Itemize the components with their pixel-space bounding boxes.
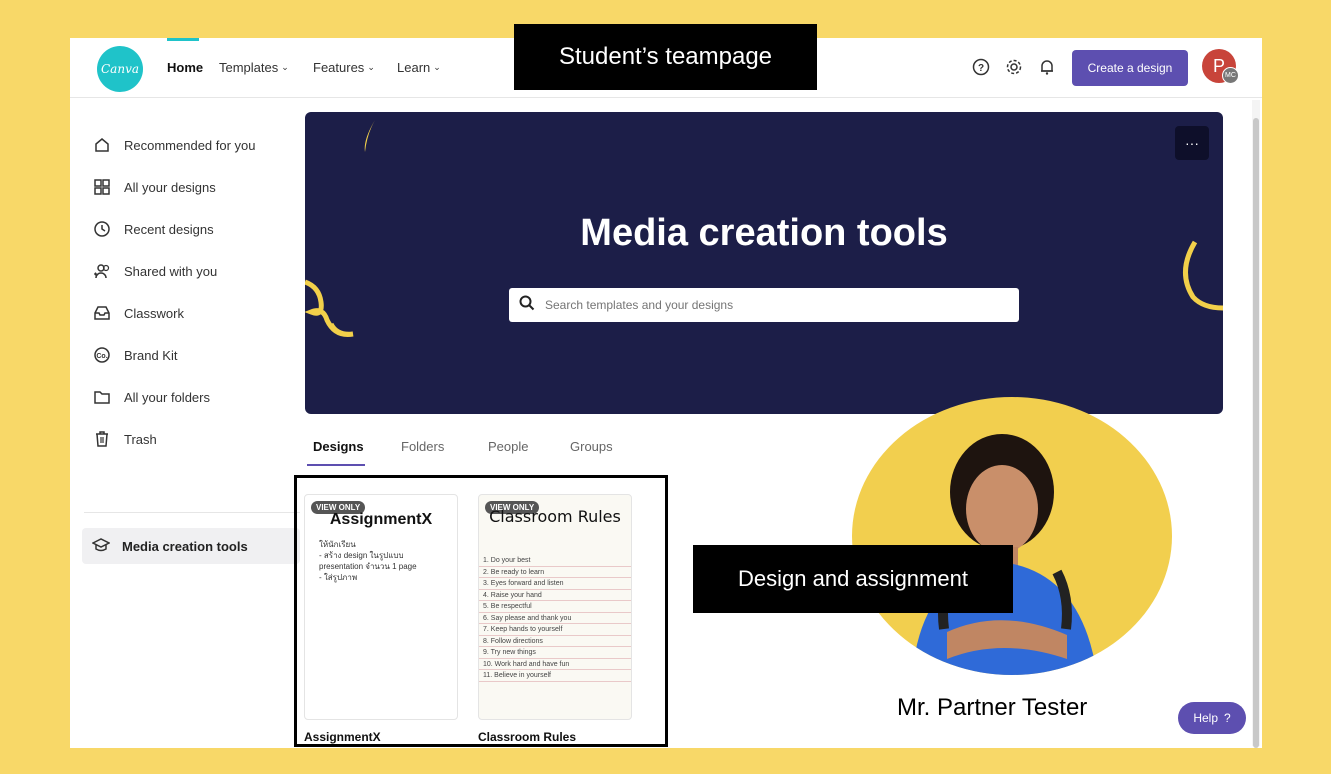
search-bar[interactable] [509,288,1019,322]
chevron-down-icon: ⌄ [367,62,375,72]
home-icon [92,135,112,155]
person-name: Mr. Partner Tester [897,694,1088,721]
nav-learn[interactable]: Learn ⌄ [397,60,441,75]
gear-icon[interactable] [1003,56,1025,78]
sidebar-item-label: Recent designs [124,221,214,237]
sidebar-item-folders[interactable]: All your folders [92,387,210,407]
grid-icon [92,177,112,197]
canva-logo[interactable]: Canva [97,46,143,92]
svg-text:Co.: Co. [96,353,107,360]
sidebar-item-shared[interactable]: Shared with you [92,261,217,281]
search-icon [519,295,535,316]
person-photo [852,397,1172,675]
tab-people[interactable]: People [488,439,528,454]
question-icon: ? [1224,711,1231,725]
active-tab-indicator [307,464,365,466]
sidebar-item-recommended[interactable]: Recommended for you [92,135,256,155]
sidebar-item-recent[interactable]: Recent designs [92,219,214,239]
inbox-icon [92,303,112,323]
folder-icon [92,387,112,407]
nav-templates-label: Templates [219,60,279,75]
nav-features-label: Features [313,60,365,75]
design-caption: Design and assignment [693,545,1013,613]
clock-icon [92,219,112,239]
sidebar: Recommended for you All your designs Rec… [70,98,300,748]
sidebar-item-label: Classwork [124,305,184,321]
hero-banner: ··· Media creation tools [305,112,1223,414]
help-label: Help [1193,711,1218,725]
sidebar-item-team[interactable]: Media creation tools [82,528,300,564]
sidebar-item-classwork[interactable]: Classwork [92,303,184,323]
create-design-button[interactable]: Create a design [1072,50,1188,86]
nav-home[interactable]: Home [167,60,203,75]
chevron-down-icon: ⌄ [281,62,289,72]
brand-kit-icon: Co. [92,345,112,365]
trash-icon [92,429,112,449]
sidebar-item-label: All your folders [124,389,210,405]
shared-users-icon [92,261,112,281]
sidebar-team-label: Media creation tools [122,538,248,554]
chevron-down-icon: ⌄ [433,62,441,72]
hero-title: Media creation tools [580,212,948,254]
sidebar-item-trash[interactable]: Trash [92,429,157,449]
sidebar-item-label: Trash [124,431,157,447]
graduation-cap-icon [91,536,111,557]
sidebar-item-all-designs[interactable]: All your designs [92,177,216,197]
bell-icon[interactable] [1036,56,1058,78]
sidebar-item-label: All your designs [124,179,216,195]
sidebar-item-label: Brand Kit [124,347,178,363]
tab-folders[interactable]: Folders [401,439,444,454]
sidebar-item-label: Recommended for you [124,137,256,153]
scrollbar-thumb[interactable] [1253,118,1259,748]
confetti-decoration [305,120,1223,337]
cards-highlight-frame [294,475,668,747]
nav-home-label: Home [167,60,204,75]
nav-templates[interactable]: Templates ⌄ [219,60,289,75]
sidebar-item-brand-kit[interactable]: Co. Brand Kit [92,345,177,365]
nav-learn-label: Learn [397,60,431,75]
svg-text:?: ? [978,63,984,74]
team-avatar: MC [1222,67,1239,84]
page-caption: Student’s teampage [514,24,817,90]
help-button[interactable]: Help ? [1178,702,1246,734]
sidebar-divider [84,512,300,513]
home-active-indicator [167,38,199,41]
sidebar-item-label: Shared with you [124,263,218,279]
nav-features[interactable]: Features ⌄ [313,60,375,75]
more-options-button[interactable]: ··· [1175,126,1209,160]
search-input[interactable] [545,298,985,312]
help-icon[interactable]: ? [970,56,992,78]
tab-groups[interactable]: Groups [570,439,613,454]
tab-designs[interactable]: Designs [313,439,364,454]
